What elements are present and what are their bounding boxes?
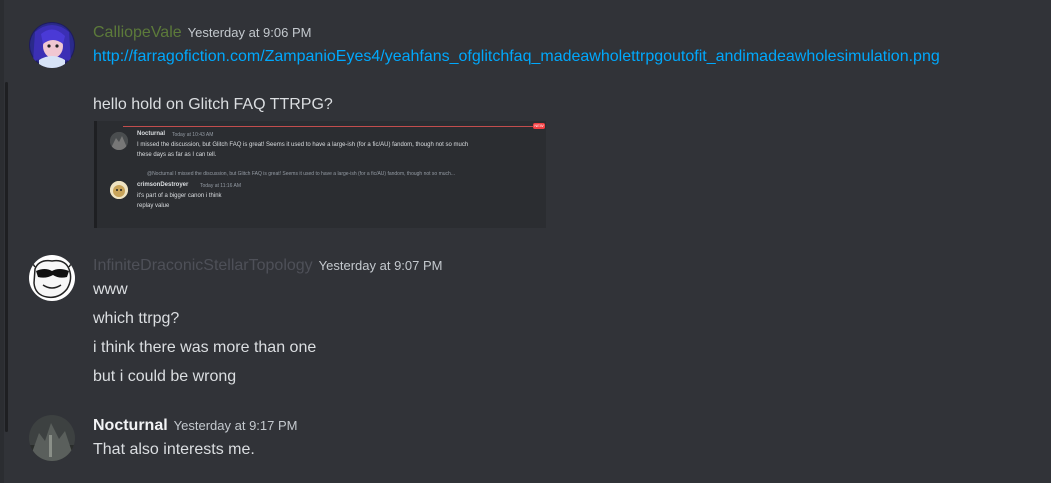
embedded-screenshot[interactable]: NEW Nocturnal Today at 10:43 AM I missed…	[94, 121, 546, 228]
scrollbar-track[interactable]	[0, 0, 4, 483]
message-line: http://farragofiction.com/ZampanioEyes4/…	[93, 48, 940, 66]
embed-msg2-line1: it's part of a bigger canon i think	[137, 193, 222, 199]
message-header-nocturnal: Nocturnal Yesterday at 9:17 PM	[93, 417, 298, 435]
avatar-calliopevale[interactable]	[29, 22, 75, 68]
message-line: but i could be wrong	[93, 368, 237, 385]
embed-msg2-author: crimsonDestroyer	[137, 182, 189, 188]
new-badge: NEW	[533, 123, 545, 129]
avatar-nocturnal-small	[110, 132, 128, 150]
embed-reply-preview: @Nocturnal I missed the discussion, but …	[147, 171, 455, 177]
embed-msg1-author: Nocturnal	[137, 131, 166, 137]
message-line: which ttrpg?	[93, 310, 180, 327]
message-line: www	[93, 281, 128, 298]
timestamp[interactable]: Yesterday at 9:06 PM	[188, 25, 312, 40]
avatar-infinitedraconic[interactable]	[29, 255, 75, 301]
username-infinitedraconic[interactable]: InfiniteDraconicStellarTopology	[93, 257, 313, 274]
new-messages-divider	[123, 126, 533, 127]
image-link[interactable]: http://farragofiction.com/ZampanioEyes4/…	[93, 48, 940, 65]
timestamp[interactable]: Yesterday at 9:17 PM	[174, 418, 298, 433]
avatar-crimsondestroyer-small	[110, 181, 128, 199]
embed-msg2-line2: replay value	[137, 203, 170, 209]
message-header-infinitedraconic: InfiniteDraconicStellarTopology Yesterday…	[93, 257, 443, 275]
message-header-calliopevale: CalliopeVale Yesterday at 9:06 PM	[93, 24, 311, 42]
message-line: i think there was more than one	[93, 339, 317, 356]
embed-msg2-time: Today at 11:16 AM	[200, 183, 242, 189]
embed-msg1-line1: I missed the discussion, but Glitch FAQ …	[137, 142, 469, 148]
username-nocturnal[interactable]: Nocturnal	[93, 417, 168, 434]
embed-msg1-time: Today at 10:43 AM	[172, 132, 214, 138]
message-text: hello hold on Glitch FAQ TTRPG?	[93, 96, 333, 113]
timestamp[interactable]: Yesterday at 9:07 PM	[319, 258, 443, 273]
message-line: That also interests me.	[93, 441, 255, 458]
scrollbar-thumb[interactable]	[5, 82, 8, 432]
username-calliopevale[interactable]: CalliopeVale	[93, 24, 182, 41]
embed-msg1-line2: these days as far as I can tell.	[137, 152, 217, 158]
avatar-nocturnal[interactable]	[29, 415, 75, 461]
